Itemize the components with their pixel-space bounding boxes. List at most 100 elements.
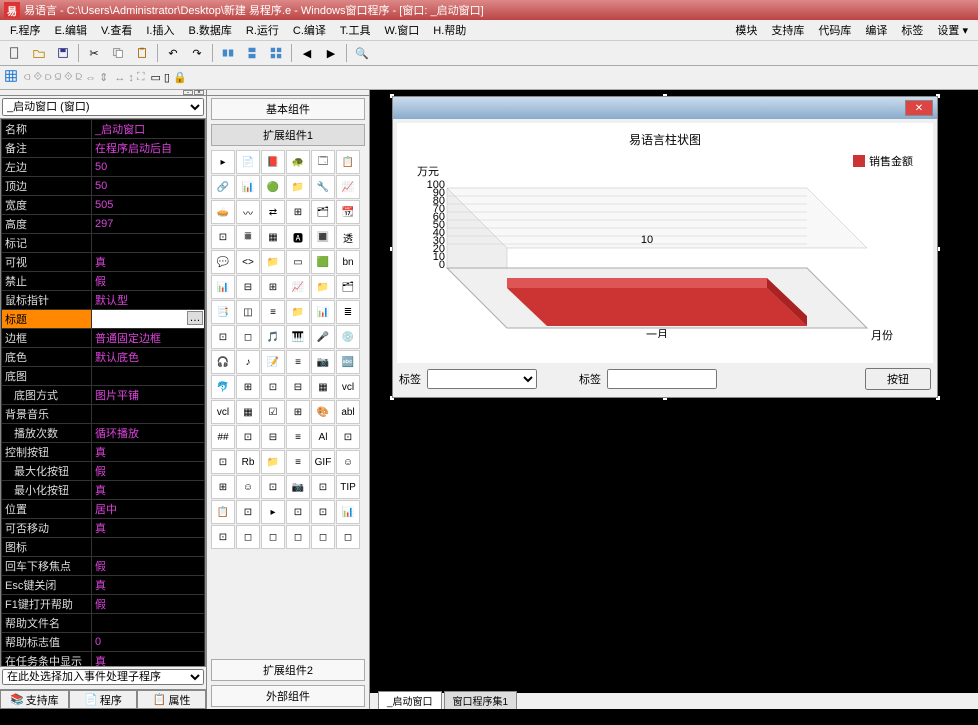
copy-icon[interactable] xyxy=(107,43,129,63)
palette-item-icon[interactable]: 📆 xyxy=(336,200,360,224)
palette-item-icon[interactable]: ▸ xyxy=(261,500,285,524)
palette-item-icon[interactable]: ⊡ xyxy=(211,325,235,349)
new-file-icon[interactable] xyxy=(4,43,26,63)
palette-category-ext1[interactable]: 扩展组件1 xyxy=(211,124,365,146)
palette-item-icon[interactable]: ⇄ xyxy=(261,200,285,224)
property-row[interactable]: 最大化按钮假 xyxy=(2,462,205,481)
property-row[interactable]: 宽度505 xyxy=(2,196,205,215)
property-row[interactable]: 背景音乐 xyxy=(2,405,205,424)
combobox-1[interactable] xyxy=(427,369,537,389)
design-window[interactable]: ✕ 易语言柱状图 销售金额 万元 月份 xyxy=(392,96,938,398)
property-row[interactable]: F1键打开帮助假 xyxy=(2,595,205,614)
menu-edit[interactable]: E.编辑 xyxy=(49,20,93,40)
palette-item-icon[interactable]: 🐬 xyxy=(211,375,235,399)
menu-program[interactable]: F.程序 xyxy=(4,20,47,40)
palette-item-icon[interactable]: 📷 xyxy=(311,350,335,374)
palette-item-icon[interactable]: 💬 xyxy=(211,250,235,274)
palette-item-icon[interactable]: ≡ xyxy=(286,350,310,374)
palette-item-icon[interactable]: ▦ xyxy=(236,400,260,424)
palette-item-icon[interactable]: 📁 xyxy=(286,175,310,199)
palette-item-icon[interactable]: ◻ xyxy=(236,325,260,349)
palette-item-icon[interactable]: 🟩 xyxy=(311,250,335,274)
property-row[interactable]: 名称_启动窗口 xyxy=(2,120,205,139)
palette-item-icon[interactable]: ⊡ xyxy=(336,425,360,449)
palette-item-icon[interactable]: 📁 xyxy=(311,275,335,299)
palette-item-icon[interactable]: 🗔 xyxy=(311,150,335,174)
palette-item-icon[interactable]: ⊡ xyxy=(211,450,235,474)
palette-item-icon[interactable]: ≣ xyxy=(336,300,360,324)
layout-v-icon[interactable] xyxy=(241,43,263,63)
property-row[interactable]: 标题… xyxy=(2,310,205,329)
palette-item-icon[interactable]: ⊞ xyxy=(211,475,235,499)
palette-item-icon[interactable]: 🔳 xyxy=(311,225,335,249)
palette-item-icon[interactable]: ◻ xyxy=(261,525,285,549)
palette-item-icon[interactable]: ◻ xyxy=(236,525,260,549)
palette-item-icon[interactable]: ▭ xyxy=(286,250,310,274)
menu-window[interactable]: W.窗口 xyxy=(378,20,425,40)
palette-item-icon[interactable]: 🟢 xyxy=(261,175,285,199)
palette-item-icon[interactable]: 🔤 xyxy=(336,350,360,374)
palette-category-external[interactable]: 外部组件 xyxy=(211,685,365,707)
property-row[interactable]: 高度297 xyxy=(2,215,205,234)
object-selector[interactable]: _启动窗口 (窗口) xyxy=(2,98,204,116)
grid-toggle-icon[interactable] xyxy=(4,69,18,86)
property-row[interactable]: 左边50 xyxy=(2,158,205,177)
palette-item-icon[interactable]: abl xyxy=(336,400,360,424)
panel-close-icon[interactable]: × xyxy=(194,90,204,95)
menu-settings[interactable]: 设置 ▾ xyxy=(931,20,974,40)
property-row[interactable]: 控制按钮真 xyxy=(2,443,205,462)
palette-item-icon[interactable]: ⊟ xyxy=(261,425,285,449)
palette-item-icon[interactable]: ⊞ xyxy=(236,375,260,399)
palette-item-icon[interactable]: vcl xyxy=(211,400,235,424)
save-icon[interactable] xyxy=(52,43,74,63)
palette-item-icon[interactable]: 📊 xyxy=(211,275,235,299)
palette-item-icon[interactable]: ▦ xyxy=(261,225,285,249)
menu-database[interactable]: B.数据库 xyxy=(182,20,237,40)
property-row[interactable]: 在任务条中显示真 xyxy=(2,652,205,668)
palette-item-icon[interactable]: 📊 xyxy=(236,175,260,199)
palette-item-icon[interactable]: 🔗 xyxy=(211,175,235,199)
palette-item-icon[interactable]: ▸ xyxy=(211,150,235,174)
run-icon[interactable]: ▶ xyxy=(320,43,342,63)
property-row[interactable]: 图标 xyxy=(2,538,205,557)
tab-program[interactable]: 📄程序 xyxy=(69,690,138,709)
property-row[interactable]: 鼠标指针默认型 xyxy=(2,291,205,310)
palette-item-icon[interactable]: ☺ xyxy=(336,450,360,474)
palette-item-icon[interactable]: 🐢 xyxy=(286,150,310,174)
property-row[interactable]: 备注在程序启动后自 xyxy=(2,139,205,158)
palette-item-icon[interactable]: ◫ xyxy=(236,300,260,324)
palette-item-icon[interactable]: ⊡ xyxy=(261,375,285,399)
property-row[interactable]: 禁止假 xyxy=(2,272,205,291)
palette-item-icon[interactable]: ⊟ xyxy=(286,375,310,399)
palette-item-icon[interactable]: 📷 xyxy=(286,475,310,499)
property-row[interactable]: 回车下移焦点假 xyxy=(2,557,205,576)
palette-item-icon[interactable]: bn xyxy=(336,250,360,274)
property-grid[interactable]: 名称_启动窗口备注在程序启动后自左边50顶边50宽度505高度297标记可视真禁… xyxy=(0,118,206,667)
palette-item-icon[interactable]: 📈 xyxy=(336,175,360,199)
palette-item-icon[interactable]: ⊡ xyxy=(261,475,285,499)
menu-module[interactable]: 模块 xyxy=(729,20,763,40)
palette-item-icon[interactable]: ⊡ xyxy=(211,225,235,249)
button-1[interactable]: 按钮 xyxy=(865,368,931,390)
property-row[interactable]: 可视真 xyxy=(2,253,205,272)
open-file-icon[interactable] xyxy=(28,43,50,63)
property-row[interactable]: 最小化按钮真 xyxy=(2,481,205,500)
step-back-icon[interactable]: ◀ xyxy=(296,43,318,63)
palette-item-icon[interactable]: 💿 xyxy=(336,325,360,349)
palette-item-icon[interactable]: ⊡ xyxy=(311,500,335,524)
palette-item-icon[interactable]: ▦ xyxy=(311,375,335,399)
palette-item-icon[interactable]: 🎤 xyxy=(311,325,335,349)
property-row[interactable]: 播放次数循环播放 xyxy=(2,424,205,443)
property-row[interactable]: 帮助标志值0 xyxy=(2,633,205,652)
palette-item-icon[interactable]: ◻ xyxy=(311,525,335,549)
tab-support-lib[interactable]: 📚支持库 xyxy=(0,690,69,709)
palette-item-icon[interactable]: 📁 xyxy=(261,250,285,274)
property-row[interactable]: 边框普通固定边框 xyxy=(2,329,205,348)
palette-category-ext2[interactable]: 扩展组件2 xyxy=(211,659,365,681)
property-row[interactable]: 底图 xyxy=(2,367,205,386)
layout-h-icon[interactable] xyxy=(217,43,239,63)
palette-item-icon[interactable]: ☺ xyxy=(236,475,260,499)
palette-item-icon[interactable]: TIP xyxy=(336,475,360,499)
chart-control[interactable]: 易语言柱状图 销售金额 万元 月份 xyxy=(397,123,933,363)
palette-item-icon[interactable]: ≡ xyxy=(261,300,285,324)
